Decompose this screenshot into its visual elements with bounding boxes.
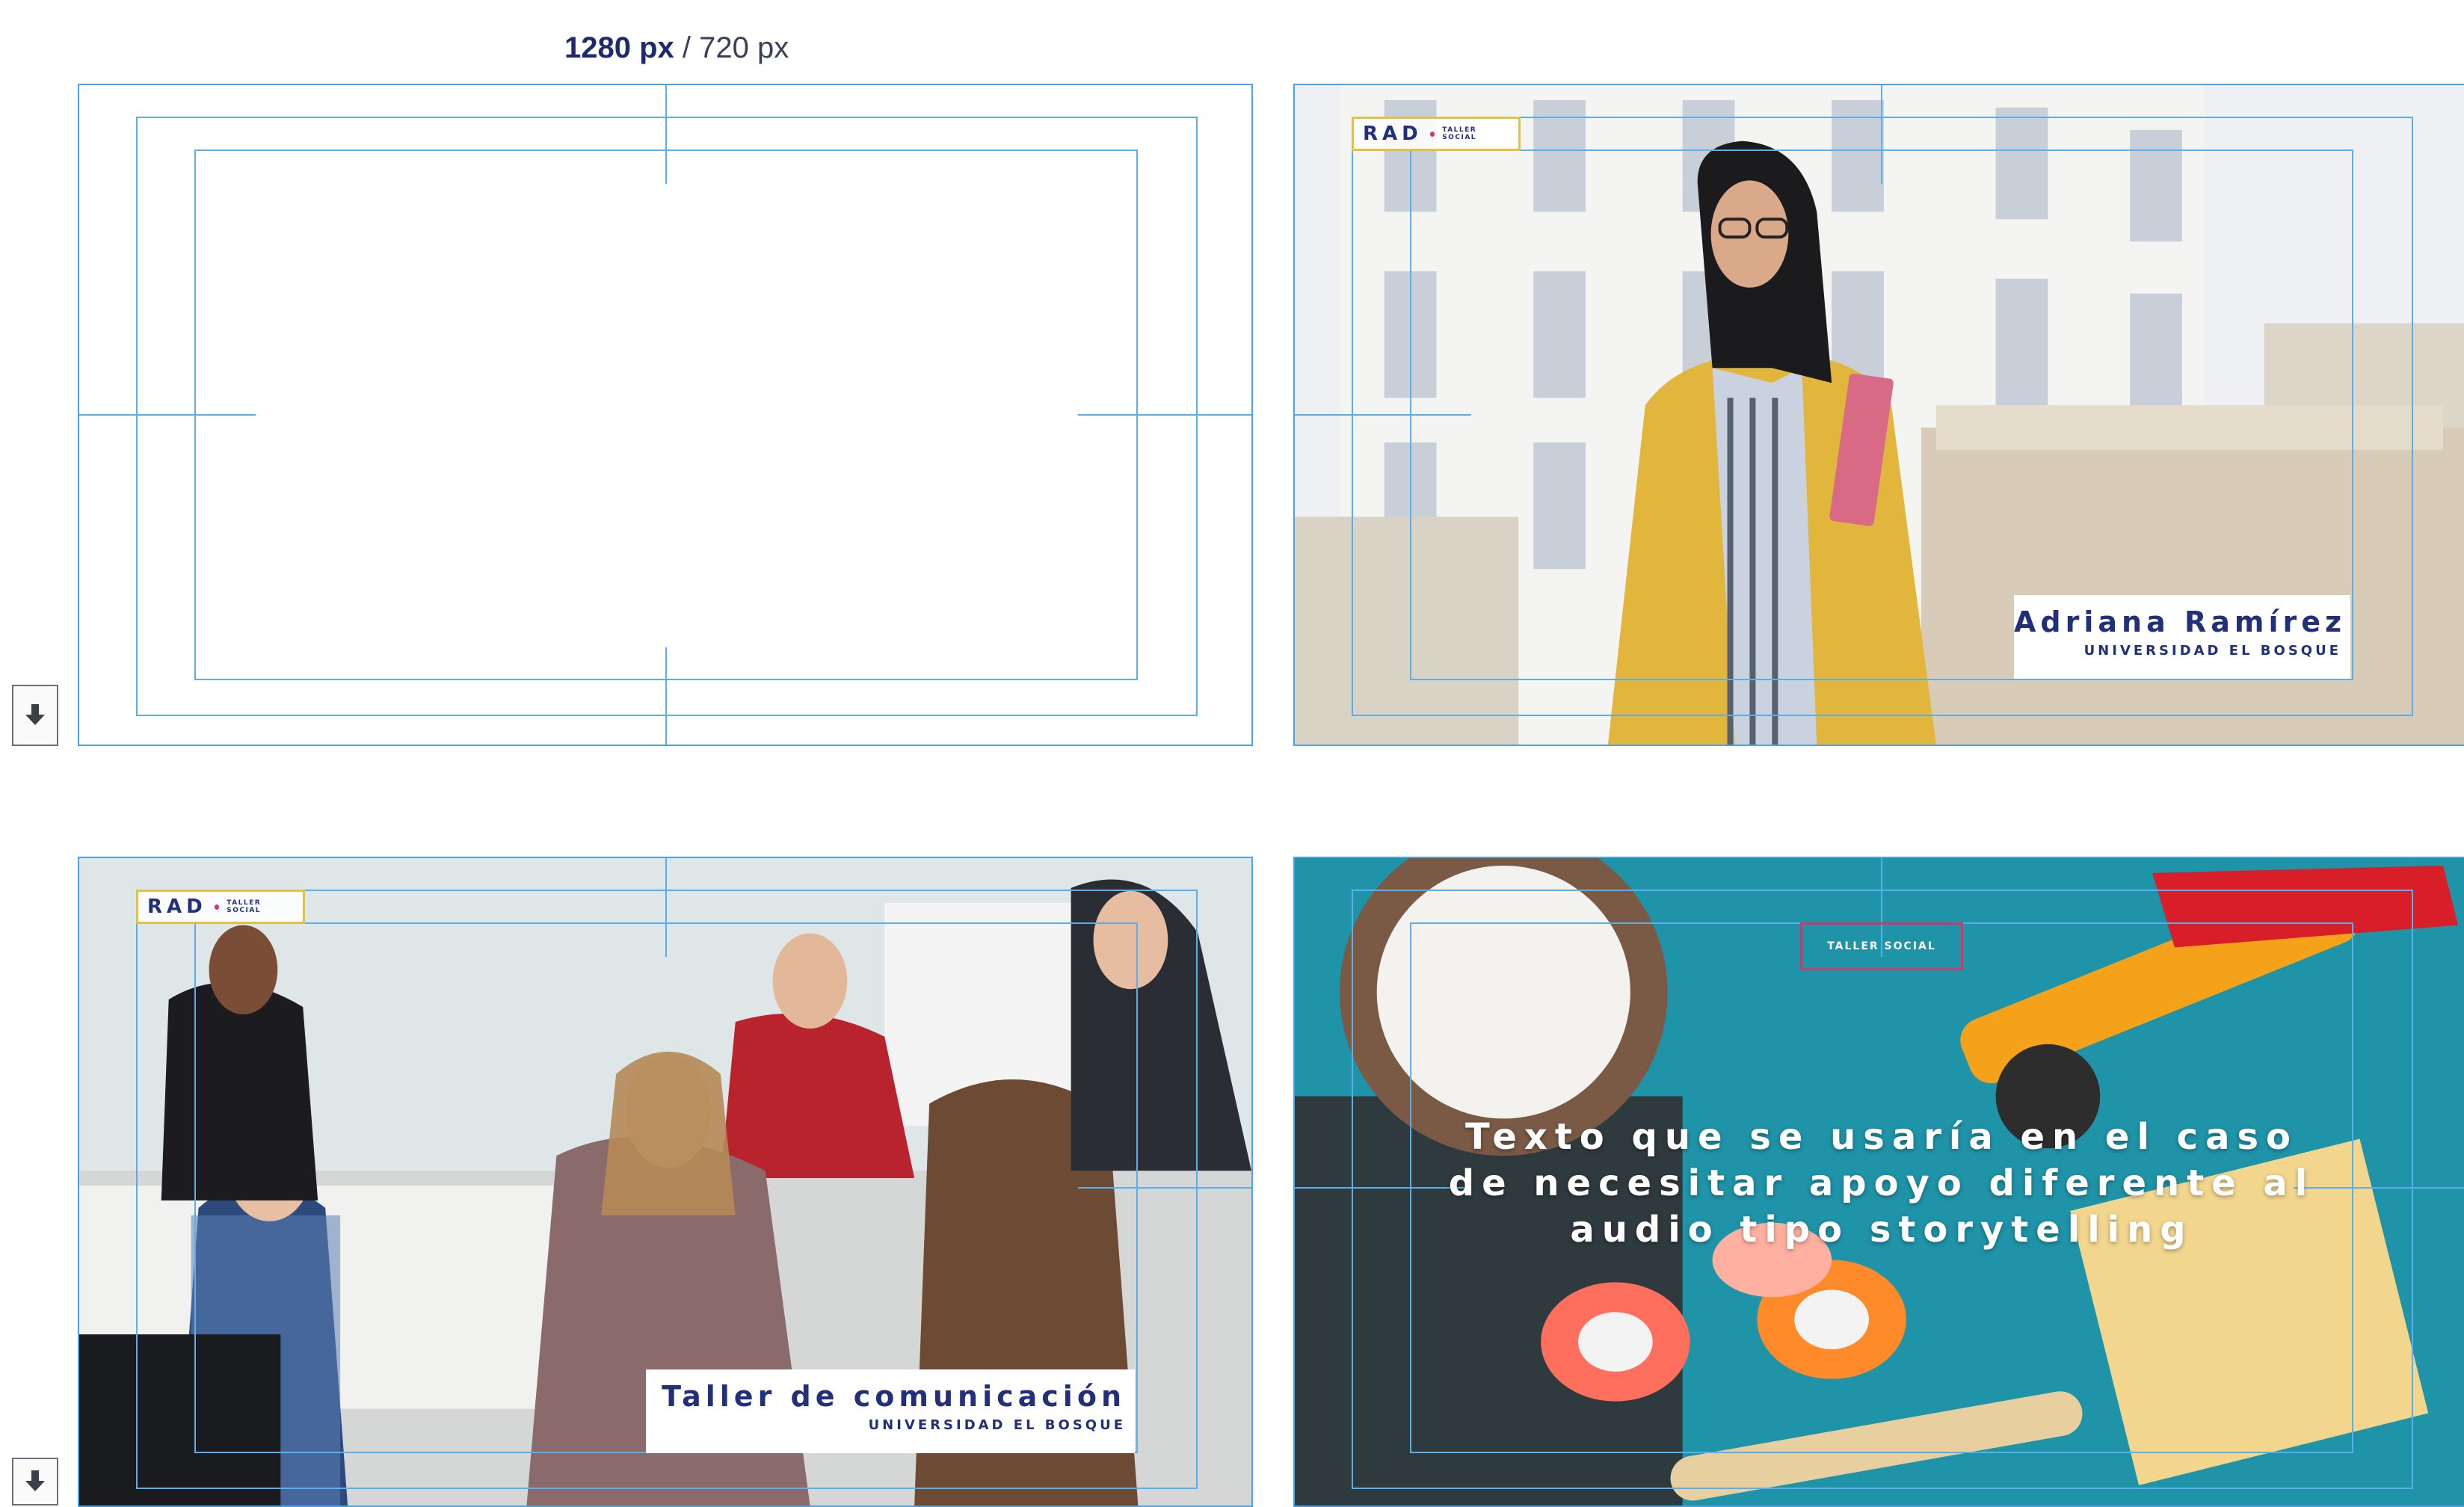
workshop-title: Taller de comunicación — [662, 1380, 1126, 1413]
height-label: 720 px — [699, 31, 789, 64]
center-mark-top — [665, 85, 667, 184]
download-button-row-1[interactable] — [12, 685, 58, 746]
logo-mark: RAD — [1363, 123, 1423, 145]
logo-subtitle: TALLER SOCIAL — [227, 899, 262, 914]
rad-logo: RAD TALLER SOCIAL — [136, 890, 305, 924]
person-university: UNIVERSIDAD EL BOSQUE — [2083, 643, 2341, 659]
storytelling-line-1: Texto que se usaría en el caso — [1464, 1116, 2299, 1158]
rad-logo: RAD TALLER SOCIAL — [1352, 117, 1521, 151]
storytelling-text: Texto que se usaría en el caso de necesi… — [1385, 1114, 2379, 1253]
size-caption: 1280 px / 720 px — [564, 31, 789, 65]
center-mark-top — [1881, 85, 1882, 184]
workshop-university: UNIVERSIDAD EL BOSQUE — [868, 1417, 1126, 1433]
download-button-row-2[interactable] — [12, 1458, 58, 1506]
size-separator: / — [674, 31, 700, 64]
workshop-name-plate: Taller de comunicación UNIVERSIDAD EL BO… — [646, 1369, 1135, 1453]
center-mark-right — [1078, 414, 1251, 416]
person-name: Adriana Ramírez — [2014, 605, 2347, 638]
person-slide-frame: RAD TALLER SOCIAL Adriana Ramírez UNIVER… — [1293, 84, 2464, 746]
taller-social-badge: TALLER SOCIAL — [1800, 922, 1963, 970]
logo-dot-icon — [1429, 131, 1435, 137]
person-name-plate: Adriana Ramírez UNIVERSIDAD EL BOSQUE — [2014, 595, 2350, 679]
width-label: 1280 px — [564, 31, 674, 64]
storytelling-slide-frame: TALLER SOCIAL Texto que se usaría en el … — [1293, 857, 2464, 1507]
storytelling-line-2: de necesitar apoyo diferente al — [1448, 1162, 2315, 1204]
storytelling-line-3: audio tipo storytelling — [1570, 1209, 2193, 1251]
download-icon — [25, 1470, 45, 1491]
safe-area-inner — [194, 150, 1138, 680]
center-mark-top — [665, 858, 667, 957]
blank-template-frame — [78, 84, 1253, 746]
logo-mark: RAD — [147, 896, 207, 918]
logo-subtitle: TALLER SOCIAL — [1442, 126, 1477, 141]
download-icon — [25, 704, 45, 725]
center-mark-bottom — [665, 647, 667, 745]
workshop-slide-frame: RAD TALLER SOCIAL Taller de comunicación… — [78, 857, 1253, 1507]
center-mark-right — [1078, 1187, 1251, 1189]
center-mark-left — [1295, 414, 1471, 416]
center-mark-left — [79, 414, 256, 416]
logo-dot-icon — [214, 904, 220, 910]
